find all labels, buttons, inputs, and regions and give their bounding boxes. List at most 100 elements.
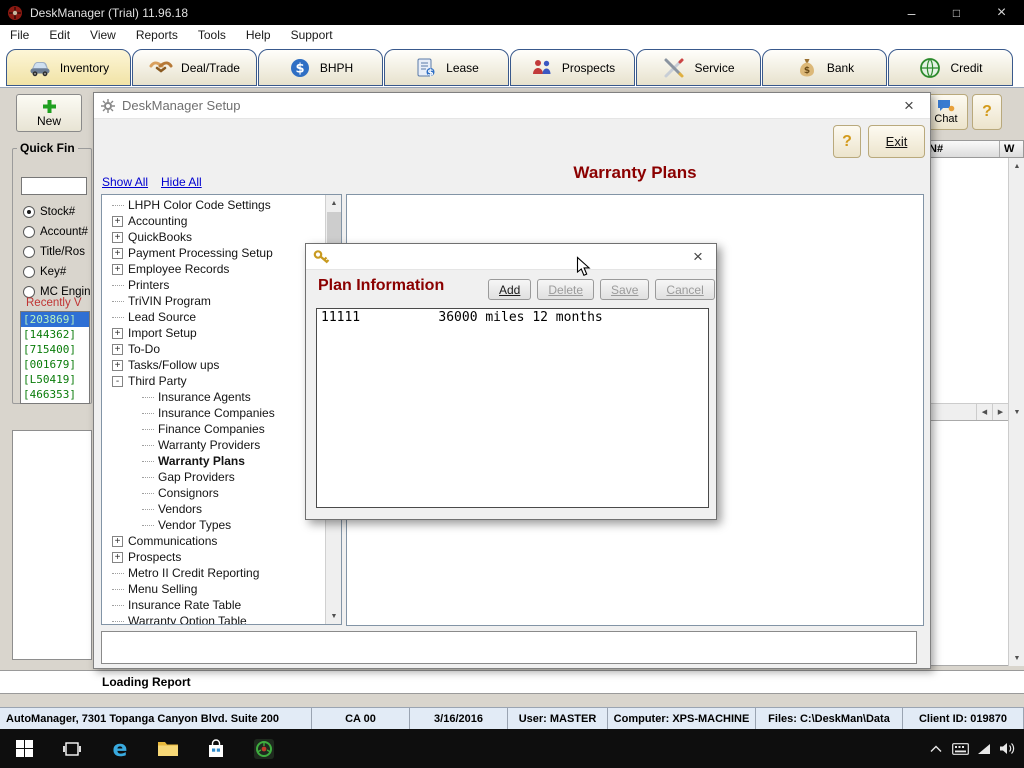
tree-item-gap-providers[interactable]: Gap Providers xyxy=(102,469,324,485)
tree-item-insurance-agents[interactable]: Insurance Agents xyxy=(102,389,324,405)
setup-help-button[interactable]: ? xyxy=(833,125,861,158)
tree-item-warranty-plans[interactable]: Warranty Plans xyxy=(102,453,324,469)
radio-stock[interactable]: Stock# xyxy=(23,205,91,218)
tree-item-warranty-providers[interactable]: Warranty Providers xyxy=(102,437,324,453)
plan-row[interactable]: 11111 36000 miles 12 months xyxy=(317,309,708,327)
recent-item[interactable]: [144362] xyxy=(21,327,89,342)
menu-item-edit[interactable]: Edit xyxy=(39,28,80,42)
tree-item-third-party[interactable]: - Third Party xyxy=(102,373,324,389)
tab-lease[interactable]: $ Lease xyxy=(384,49,509,86)
menu-item-view[interactable]: View xyxy=(80,28,126,42)
recent-item[interactable]: [715400] xyxy=(21,342,89,357)
taskbar-taskview-button[interactable] xyxy=(48,729,96,768)
hide-all-link[interactable]: Hide All xyxy=(161,175,202,189)
show-all-link[interactable]: Show All xyxy=(102,175,148,189)
tab-credit[interactable]: Credit xyxy=(888,49,1013,86)
radio-account[interactable]: Account# xyxy=(23,225,91,238)
menu-item-support[interactable]: Support xyxy=(281,28,343,42)
new-button[interactable]: New xyxy=(16,94,82,132)
titlebar-close-button[interactable] xyxy=(979,0,1024,25)
tree-item-payment-processing-setup[interactable]: + Payment Processing Setup xyxy=(102,245,324,261)
tree-expand-box[interactable]: + xyxy=(112,551,123,563)
tree-item-import-setup[interactable]: + Import Setup xyxy=(102,325,324,341)
grid-header-w[interactable]: W xyxy=(1000,141,1023,157)
grid-horizontal-scrollbar[interactable] xyxy=(924,403,1008,420)
grid-vertical-scrollbar[interactable] xyxy=(1008,158,1024,420)
tab-service[interactable]: Service xyxy=(636,49,761,86)
taskbar-store-button[interactable] xyxy=(192,729,240,768)
tab-deal-trade[interactable]: Deal/Trade xyxy=(132,49,257,86)
scroll-down-icon[interactable] xyxy=(1009,650,1024,666)
radio-key[interactable]: Key# xyxy=(23,265,91,278)
recently-viewed-label[interactable]: Recently V xyxy=(26,297,82,309)
tree-item-quickbooks[interactable]: + QuickBooks xyxy=(102,229,324,245)
tree-item-prospects[interactable]: + Prospects xyxy=(102,549,324,565)
add-button[interactable]: Add xyxy=(488,279,532,300)
scroll-up-icon[interactable] xyxy=(1009,158,1024,174)
tree-expand-box[interactable]: + xyxy=(112,343,123,355)
tree-expand-box[interactable]: + xyxy=(112,327,123,339)
tree-item-trivin-program[interactable]: TriVIN Program xyxy=(102,293,324,309)
tree-item-insurance-rate-table[interactable]: Insurance Rate Table xyxy=(102,597,324,613)
tree-item-finance-companies[interactable]: Finance Companies xyxy=(102,421,324,437)
plan-list[interactable]: 11111 36000 miles 12 months xyxy=(316,308,709,508)
tab-prospects[interactable]: Prospects xyxy=(510,49,635,86)
scroll-up-icon[interactable] xyxy=(326,195,341,211)
menu-item-help[interactable]: Help xyxy=(236,28,281,42)
menu-item-tools[interactable]: Tools xyxy=(188,28,236,42)
setup-dialog-titlebar[interactable]: DeskManager Setup xyxy=(94,93,930,119)
recent-item[interactable]: [001679] xyxy=(21,357,89,372)
tree-item-tasks-follow-ups[interactable]: + Tasks/Follow ups xyxy=(102,357,324,373)
tree-expand-box[interactable]: + xyxy=(112,535,123,547)
tree-item-metro-ii-credit-reporting[interactable]: Metro II Credit Reporting xyxy=(102,565,324,581)
tab-bank[interactable]: $ Bank xyxy=(762,49,887,86)
scroll-right-icon[interactable] xyxy=(992,404,1008,420)
tree-item-accounting[interactable]: + Accounting xyxy=(102,213,324,229)
tray-chevron-up[interactable] xyxy=(924,729,948,768)
tray-keyboard[interactable] xyxy=(948,729,972,768)
tree-item-employee-records[interactable]: + Employee Records xyxy=(102,261,324,277)
plan-dialog-titlebar[interactable] xyxy=(306,244,716,270)
tree-item-lead-source[interactable]: Lead Source xyxy=(102,309,324,325)
recent-item[interactable]: [203869] xyxy=(21,312,89,327)
tree-expand-box[interactable]: + xyxy=(112,263,123,275)
menu-item-file[interactable]: File xyxy=(0,28,39,42)
scroll-down-icon[interactable] xyxy=(1009,404,1024,420)
tray-network[interactable] xyxy=(972,729,996,768)
tree-expand-box[interactable]: + xyxy=(112,215,123,227)
setup-exit-button[interactable]: Exit xyxy=(868,125,925,158)
tree-item-consignors[interactable]: Consignors xyxy=(102,485,324,501)
tree-item-printers[interactable]: Printers xyxy=(102,277,324,293)
tab-inventory[interactable]: Inventory xyxy=(6,49,131,86)
tree-item-to-do[interactable]: + To-Do xyxy=(102,341,324,357)
plan-close-button[interactable] xyxy=(683,244,713,270)
grid-header-n[interactable]: N# xyxy=(925,141,1000,157)
quick-find-input[interactable] xyxy=(21,177,87,195)
taskbar-deskmanager-button[interactable] xyxy=(240,729,288,768)
tray-speaker[interactable] xyxy=(996,729,1020,768)
tree-item-vendors[interactable]: Vendors xyxy=(102,501,324,517)
recent-item[interactable]: [466353] xyxy=(21,387,89,402)
tree-item-insurance-companies[interactable]: Insurance Companies xyxy=(102,405,324,421)
scroll-down-icon[interactable] xyxy=(326,608,341,624)
recent-item[interactable]: [L50419] xyxy=(21,372,89,387)
titlebar-minimize-button[interactable] xyxy=(889,0,934,25)
tree-item-communications[interactable]: + Communications xyxy=(102,533,324,549)
menu-item-reports[interactable]: Reports xyxy=(126,28,188,42)
setup-close-button[interactable] xyxy=(894,93,924,119)
tree-expand-box[interactable]: + xyxy=(112,247,123,259)
tree-item-vendor-types[interactable]: Vendor Types xyxy=(102,517,324,533)
taskbar-start-button[interactable] xyxy=(0,729,48,768)
tree-collapse-box[interactable]: - xyxy=(112,375,123,387)
radio-title-ros[interactable]: Title/Ros xyxy=(23,245,91,258)
tree-expand-box[interactable]: + xyxy=(112,231,123,243)
help-button[interactable]: ? xyxy=(972,94,1002,130)
tree-expand-box[interactable]: + xyxy=(112,359,123,371)
tab-bhph[interactable]: $ BHPH xyxy=(258,49,383,86)
scroll-left-icon[interactable] xyxy=(976,404,992,420)
taskbar-edge-button[interactable]: e xyxy=(96,729,144,768)
tree-item-lhph-color-code-settings[interactable]: LHPH Color Code Settings xyxy=(102,197,324,213)
lower-vertical-scrollbar[interactable] xyxy=(1008,420,1024,666)
taskbar-folder-button[interactable] xyxy=(144,729,192,768)
tree-item-menu-selling[interactable]: Menu Selling xyxy=(102,581,324,597)
